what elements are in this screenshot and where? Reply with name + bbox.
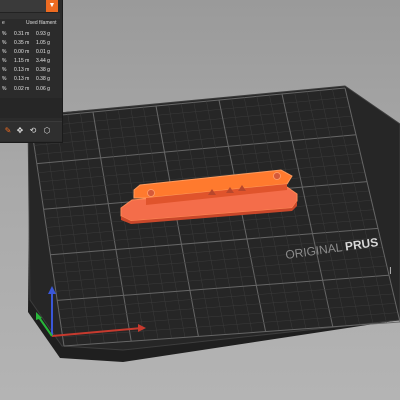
dropdown-arrow-icon[interactable]: ▼ xyxy=(46,0,58,12)
legend-length: 0.31 m xyxy=(14,31,30,37)
header-used-filament: Used filament xyxy=(26,20,57,26)
legend-length: 0.13 m xyxy=(14,76,30,83)
legend-percent: % xyxy=(2,58,7,65)
header-time: e xyxy=(2,20,5,26)
print-bed xyxy=(27,85,400,351)
legend-row: % 0.31 m 0.93 g xyxy=(0,31,62,40)
legend-row: % 0.13 m 0.38 g xyxy=(0,76,62,85)
legend-length: 0.13 m xyxy=(14,67,30,74)
legend-length: 0.35 m xyxy=(14,40,30,47)
gcode-legend-panel: ▼ e Used filament % 0.31 m 0.93 g% 0.35 m 1.… xyxy=(0,0,63,143)
legend-percent: % xyxy=(2,76,7,83)
legend-weight: 0.01 g xyxy=(36,49,50,56)
legend-length: 0.02 m xyxy=(14,85,30,92)
object-hole-right xyxy=(273,172,281,180)
legend-weight: 0.93 g xyxy=(36,31,50,37)
legend-weight: 1.05 g xyxy=(36,40,50,47)
legend-row: % 0.35 m 1.05 g xyxy=(0,40,62,49)
legend-percent: % xyxy=(2,67,7,74)
legend-row: % 0.02 m 0.06 g xyxy=(0,86,62,95)
legend-weight: 3.44 g xyxy=(36,58,50,65)
legend-percent: % xyxy=(2,85,7,92)
rotate-icon[interactable]: ⟲ xyxy=(28,126,38,136)
legend-weight: 0.38 g xyxy=(36,67,50,74)
legend-rows: % 0.31 m 0.93 g% 0.35 m 1.05 g% 0.00 m 0.01 g%… xyxy=(0,31,62,95)
object-hole-left xyxy=(147,189,155,197)
bed-brand-subtext: I xyxy=(389,266,392,277)
legend-length: 0.00 m xyxy=(14,49,30,56)
arrange-icon[interactable]: ✎ xyxy=(3,126,13,136)
panel-blank-area xyxy=(0,98,62,118)
legend-weight: 0.38 g xyxy=(36,76,50,83)
cube-icon[interactable]: ⬡ xyxy=(42,126,52,136)
legend-row: % 1.15 m 3.44 g xyxy=(0,58,62,67)
panel-separator xyxy=(0,13,60,19)
legend-row: % 0.00 m 0.01 g xyxy=(0,49,62,58)
legend-percent: % xyxy=(2,49,7,56)
bottom-toolbar: ✎ ✥ ⟲ ⬡ xyxy=(0,121,62,141)
legend-weight: 0.06 g xyxy=(36,85,50,92)
legend-length: 1.15 m xyxy=(14,58,30,65)
legend-percent: % xyxy=(2,31,7,37)
move-icon[interactable]: ✥ xyxy=(15,126,25,136)
legend-row: % 0.13 m 0.38 g xyxy=(0,67,62,76)
legend-percent: % xyxy=(2,40,7,47)
legend-header: e Used filament xyxy=(0,20,62,28)
